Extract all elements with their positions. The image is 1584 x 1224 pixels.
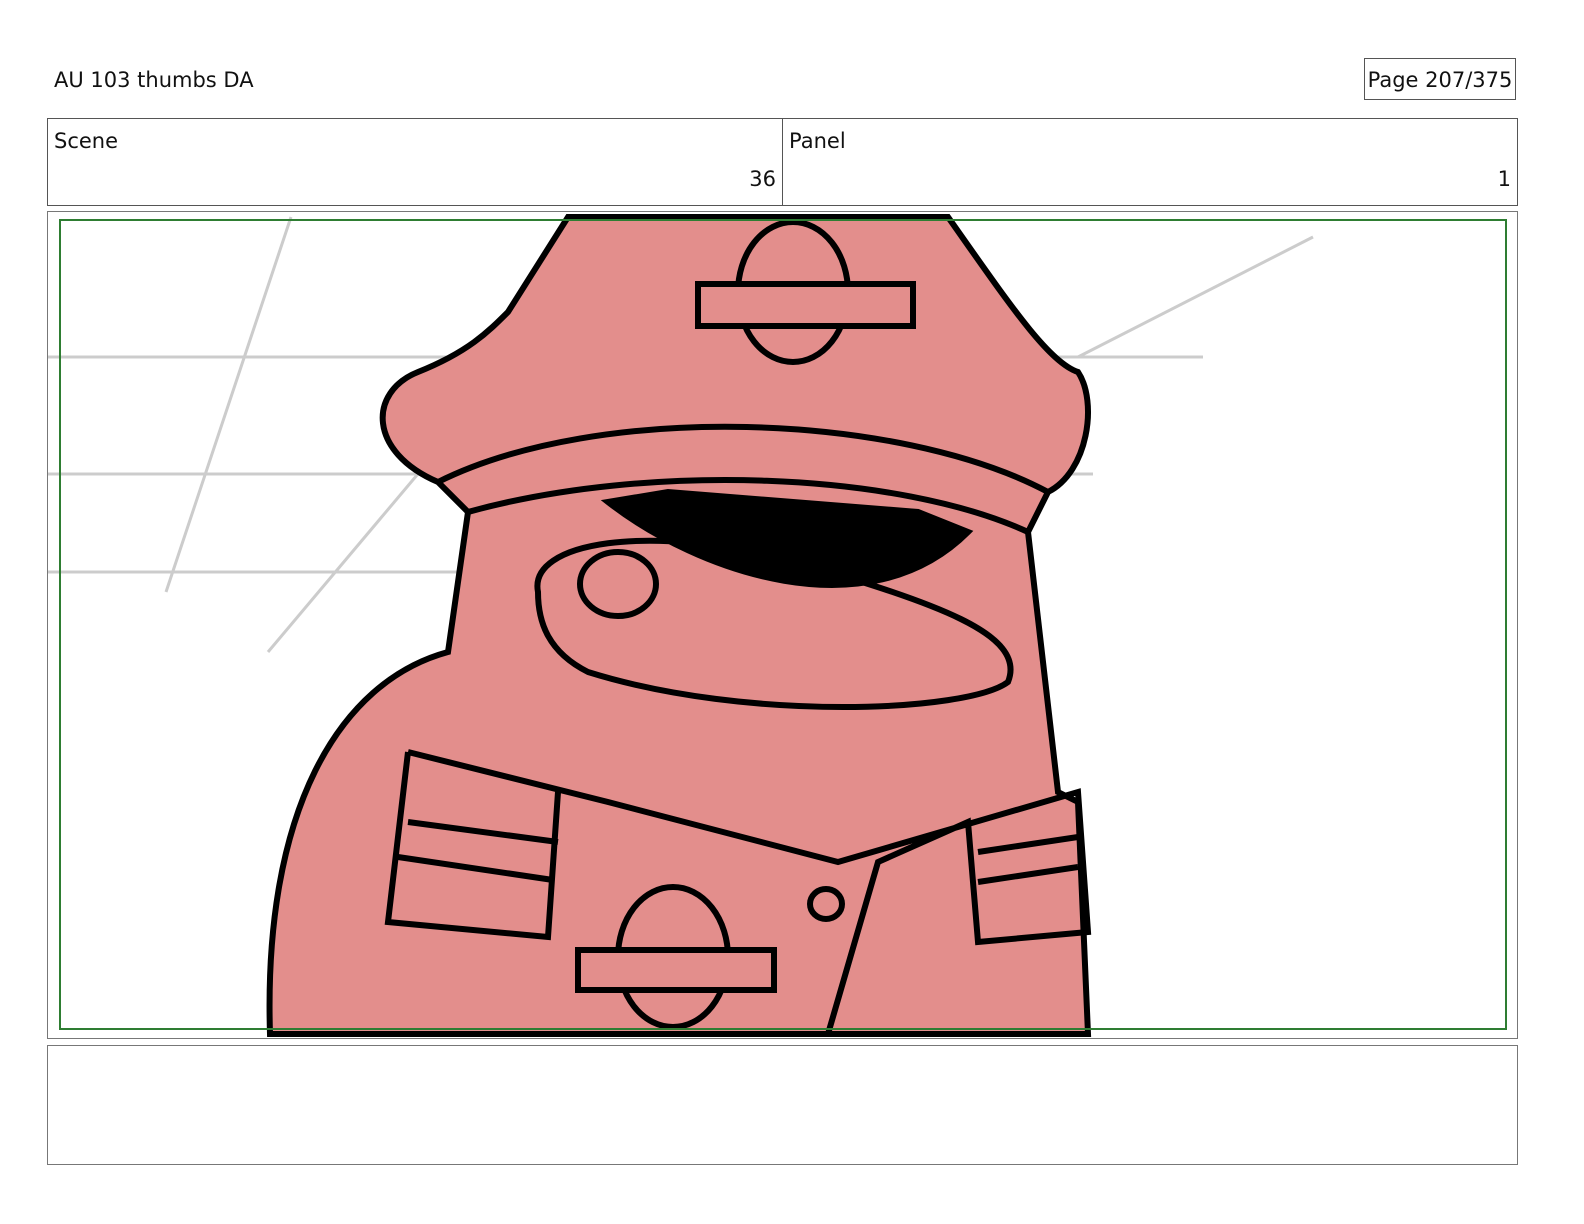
panel-value: 1 (1497, 167, 1511, 191)
storyboard-panel-image (47, 211, 1518, 1039)
notes-box (47, 1045, 1518, 1165)
panel-cell: Panel 1 (783, 119, 1517, 205)
scene-value: 36 (749, 167, 776, 191)
page-number: Page 207/375 (1364, 58, 1516, 100)
scene-panel-header: Scene 36 Panel 1 (47, 118, 1518, 206)
document-title: AU 103 thumbs DA (54, 68, 254, 92)
scene-label: Scene (54, 129, 119, 153)
scene-cell: Scene 36 (48, 119, 783, 205)
safe-area-frame (59, 219, 1507, 1030)
panel-label: Panel (789, 129, 846, 153)
